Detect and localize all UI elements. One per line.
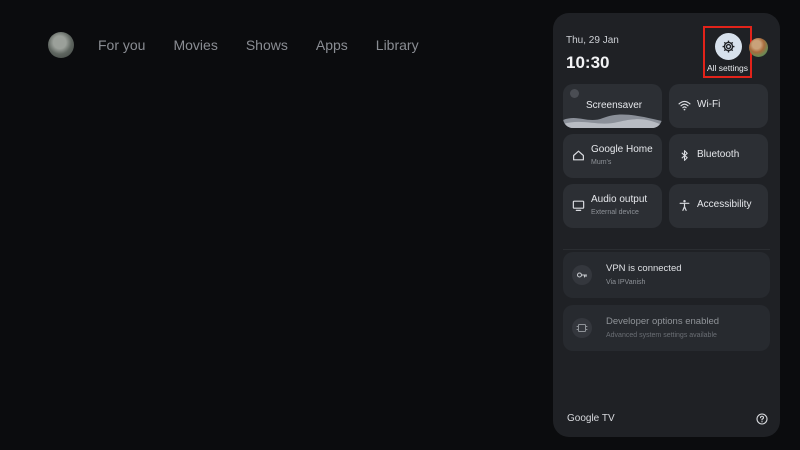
date-label: Thu, 29 Jan: [566, 35, 619, 46]
top-navigation: For you Movies Shows Apps Library: [48, 31, 447, 59]
all-settings-label: All settings: [706, 63, 749, 73]
tile-title: Accessibility: [697, 199, 752, 210]
tile-title: Bluetooth: [697, 149, 740, 160]
developer-options-notification[interactable]: Developer options enabled Advanced syste…: [563, 305, 770, 351]
wifi-tile[interactable]: Wi-Fi: [669, 84, 768, 128]
vpn-notification[interactable]: VPN is connected Via IPVanish: [563, 252, 770, 298]
tile-subtitle: External device: [591, 209, 639, 216]
google-home-tile[interactable]: Google Home Mum's: [563, 134, 662, 178]
screensaver-icon: [570, 89, 579, 98]
nav-item-shows[interactable]: Shows: [246, 37, 288, 53]
wifi-icon: [678, 100, 691, 111]
google-tv-logo: Google TV: [567, 413, 615, 424]
tv-icon: [572, 200, 585, 211]
account-avatar[interactable]: [749, 38, 768, 57]
profile-avatar[interactable]: [48, 32, 74, 58]
home-icon: [573, 150, 584, 161]
tile-title: Screensaver: [586, 100, 643, 111]
quick-settings-panel: Thu, 29 Jan 10:30 All settings Screensav…: [553, 13, 780, 437]
all-settings-button[interactable]: All settings: [703, 26, 752, 78]
vpn-key-icon: [572, 265, 592, 285]
notice-title: VPN is connected: [606, 263, 682, 274]
nav-item-library[interactable]: Library: [376, 37, 419, 53]
audio-output-tile[interactable]: Audio output External device: [563, 184, 662, 228]
divider: [563, 249, 770, 250]
gear-icon: [715, 33, 742, 60]
clock: 10:30: [566, 53, 610, 72]
bluetooth-icon: [681, 150, 688, 161]
accessibility-icon: [679, 199, 690, 211]
notice-subtitle: Advanced system settings available: [606, 332, 717, 339]
accessibility-tile[interactable]: Accessibility: [669, 184, 768, 228]
bluetooth-tile[interactable]: Bluetooth: [669, 134, 768, 178]
notice-title: Developer options enabled: [606, 316, 720, 327]
screensaver-tile[interactable]: Screensaver: [563, 84, 662, 128]
help-icon[interactable]: [756, 413, 768, 425]
tile-title: Google Home: [591, 144, 653, 155]
notice-subtitle: Via IPVanish: [606, 279, 646, 286]
nav-item-apps[interactable]: Apps: [316, 37, 348, 53]
screensaver-preview: [563, 114, 662, 128]
tile-subtitle: Mum's: [591, 159, 612, 166]
tile-title: Wi-Fi: [697, 99, 721, 110]
tile-title: Audio output: [591, 194, 648, 205]
nav-item-for-you[interactable]: For you: [98, 37, 145, 53]
nav-item-movies[interactable]: Movies: [173, 37, 217, 53]
developer-icon: [572, 318, 592, 338]
